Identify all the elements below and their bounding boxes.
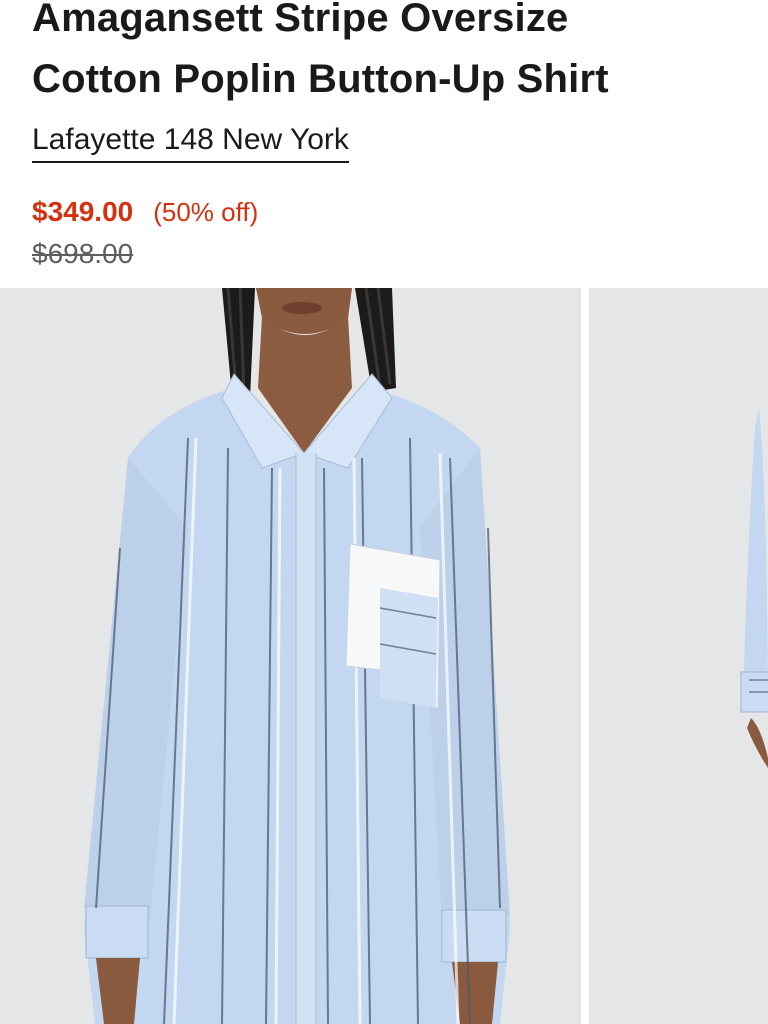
- sale-price: $349.00: [32, 196, 134, 227]
- product-photo-side: [589, 288, 768, 1024]
- product-photo-front: [0, 288, 581, 1024]
- original-price: $698.00: [32, 238, 134, 269]
- product-title-line1: Amagansett Stripe Oversize: [32, 0, 569, 40]
- price-row: $349.00 (50% off): [32, 192, 258, 232]
- discount-label: (50% off): [153, 196, 259, 227]
- product-image-front[interactable]: [0, 288, 581, 1024]
- product-image-side[interactable]: [589, 288, 768, 1024]
- brand-link[interactable]: Lafayette 148 New York: [32, 120, 349, 163]
- product-image-gallery: [0, 288, 768, 1024]
- product-title-line2: Cotton Poplin Button-Up Shirt: [32, 57, 609, 101]
- product-title: Amagansett Stripe Oversize Cotton Poplin…: [32, 0, 732, 110]
- product-page: Amagansett Stripe Oversize Cotton Poplin…: [0, 0, 768, 1024]
